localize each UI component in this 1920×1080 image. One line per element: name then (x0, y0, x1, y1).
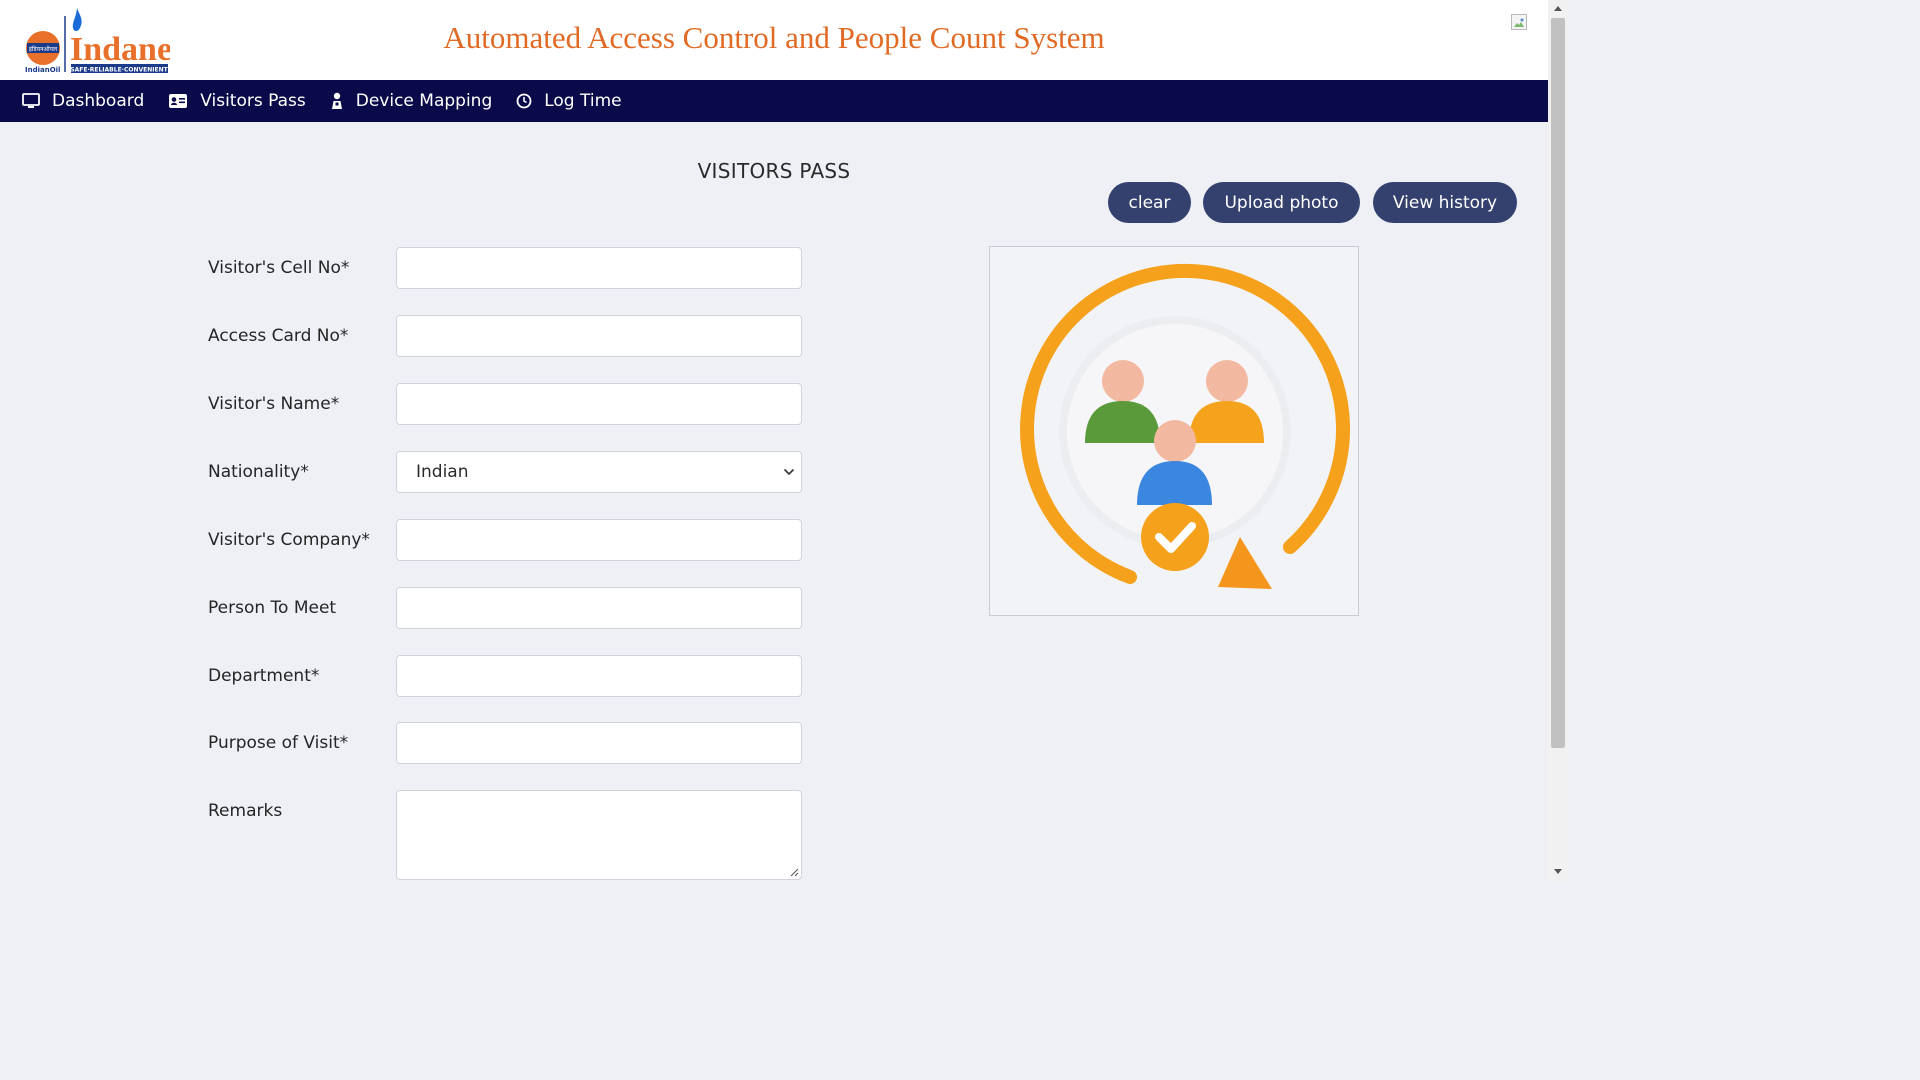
nav-log-time-label: Log Time (544, 91, 622, 111)
field-nationality: Nationality* Indian (208, 451, 808, 493)
clear-button[interactable]: clear (1108, 182, 1191, 223)
svg-text:SAFE·RELIABLE·CONVENIENT: SAFE·RELIABLE·CONVENIENT (70, 67, 168, 74)
field-remarks: Remarks (208, 790, 808, 880)
monitor-icon (22, 93, 40, 108)
cell-no-input[interactable] (396, 247, 802, 289)
field-visitor-name: Visitor's Name* (208, 383, 808, 425)
scrollbar-thumb[interactable] (1551, 18, 1565, 748)
department-label: Department* (208, 666, 320, 686)
person-to-meet-input[interactable] (396, 587, 802, 629)
nav-device-mapping-label: Device Mapping (355, 91, 493, 111)
visitors-pass-page: इंडियनऑयल IndianOil Indane SAFE·RELIABLE… (0, 0, 1568, 882)
clock-icon (516, 93, 532, 109)
page-scrollbar[interactable] (1548, 0, 1568, 882)
nav-log-time[interactable]: Log Time (516, 91, 622, 111)
chevron-down-icon (783, 468, 795, 476)
scroll-down-arrow-icon[interactable] (1553, 868, 1563, 876)
main-navbar: Dashboard Visitors Pass Device Mapping L… (0, 80, 1548, 122)
field-visitor-company: Visitor's Company* (208, 519, 808, 561)
nav-visitors-pass[interactable]: Visitors Pass (168, 91, 306, 111)
scroll-up-arrow-icon[interactable] (1553, 4, 1563, 12)
visitor-name-input[interactable] (396, 383, 802, 425)
visitor-photo-placeholder (989, 246, 1359, 616)
visitor-company-label: Visitor's Company* (208, 530, 370, 550)
field-access-card-no: Access Card No* (208, 315, 808, 357)
nav-dashboard-label: Dashboard (52, 91, 145, 111)
id-card-icon (169, 94, 188, 108)
person-to-meet-label: Person To Meet (208, 598, 337, 618)
department-input[interactable] (396, 655, 802, 697)
cell-no-label: Visitor's Cell No* (208, 258, 350, 278)
nationality-select[interactable]: Indian (396, 451, 802, 493)
remarks-label: Remarks (208, 801, 283, 821)
purpose-of-visit-input[interactable] (396, 722, 802, 764)
nav-dashboard[interactable]: Dashboard (22, 91, 144, 111)
field-purpose-of-visit: Purpose of Visit* (208, 722, 808, 764)
visitor-name-label: Visitor's Name* (208, 394, 340, 414)
nationality-label: Nationality* (208, 462, 309, 482)
field-person-to-meet: Person To Meet (208, 587, 808, 629)
resize-grip-icon[interactable] (789, 867, 799, 877)
broken-image-icon[interactable] (1511, 14, 1527, 30)
app-title: Automated Access Control and People Coun… (443, 20, 1105, 55)
nationality-selected-value: Indian (416, 462, 469, 482)
access-card-no-input[interactable] (396, 315, 802, 357)
nav-device-mapping[interactable]: Device Mapping (330, 91, 493, 111)
visitor-company-input[interactable] (396, 519, 802, 561)
page-title: VISITORS PASS (697, 159, 851, 183)
field-department: Department* (208, 655, 808, 697)
header: इंडियनऑयल IndianOil Indane SAFE·RELIABLE… (0, 0, 1548, 80)
field-cell-no: Visitor's Cell No* (208, 247, 808, 289)
user-device-icon (331, 92, 342, 109)
svg-text:IndianOil: IndianOil (25, 66, 60, 74)
purpose-of-visit-label: Purpose of Visit* (208, 733, 349, 753)
view-history-button[interactable]: View history (1373, 182, 1517, 223)
remarks-textarea[interactable] (396, 790, 802, 880)
nav-visitors-pass-label: Visitors Pass (200, 91, 306, 111)
visitors-group-check-icon (1020, 263, 1351, 589)
upload-photo-button[interactable]: Upload photo (1203, 182, 1360, 223)
access-card-no-label: Access Card No* (208, 326, 349, 346)
